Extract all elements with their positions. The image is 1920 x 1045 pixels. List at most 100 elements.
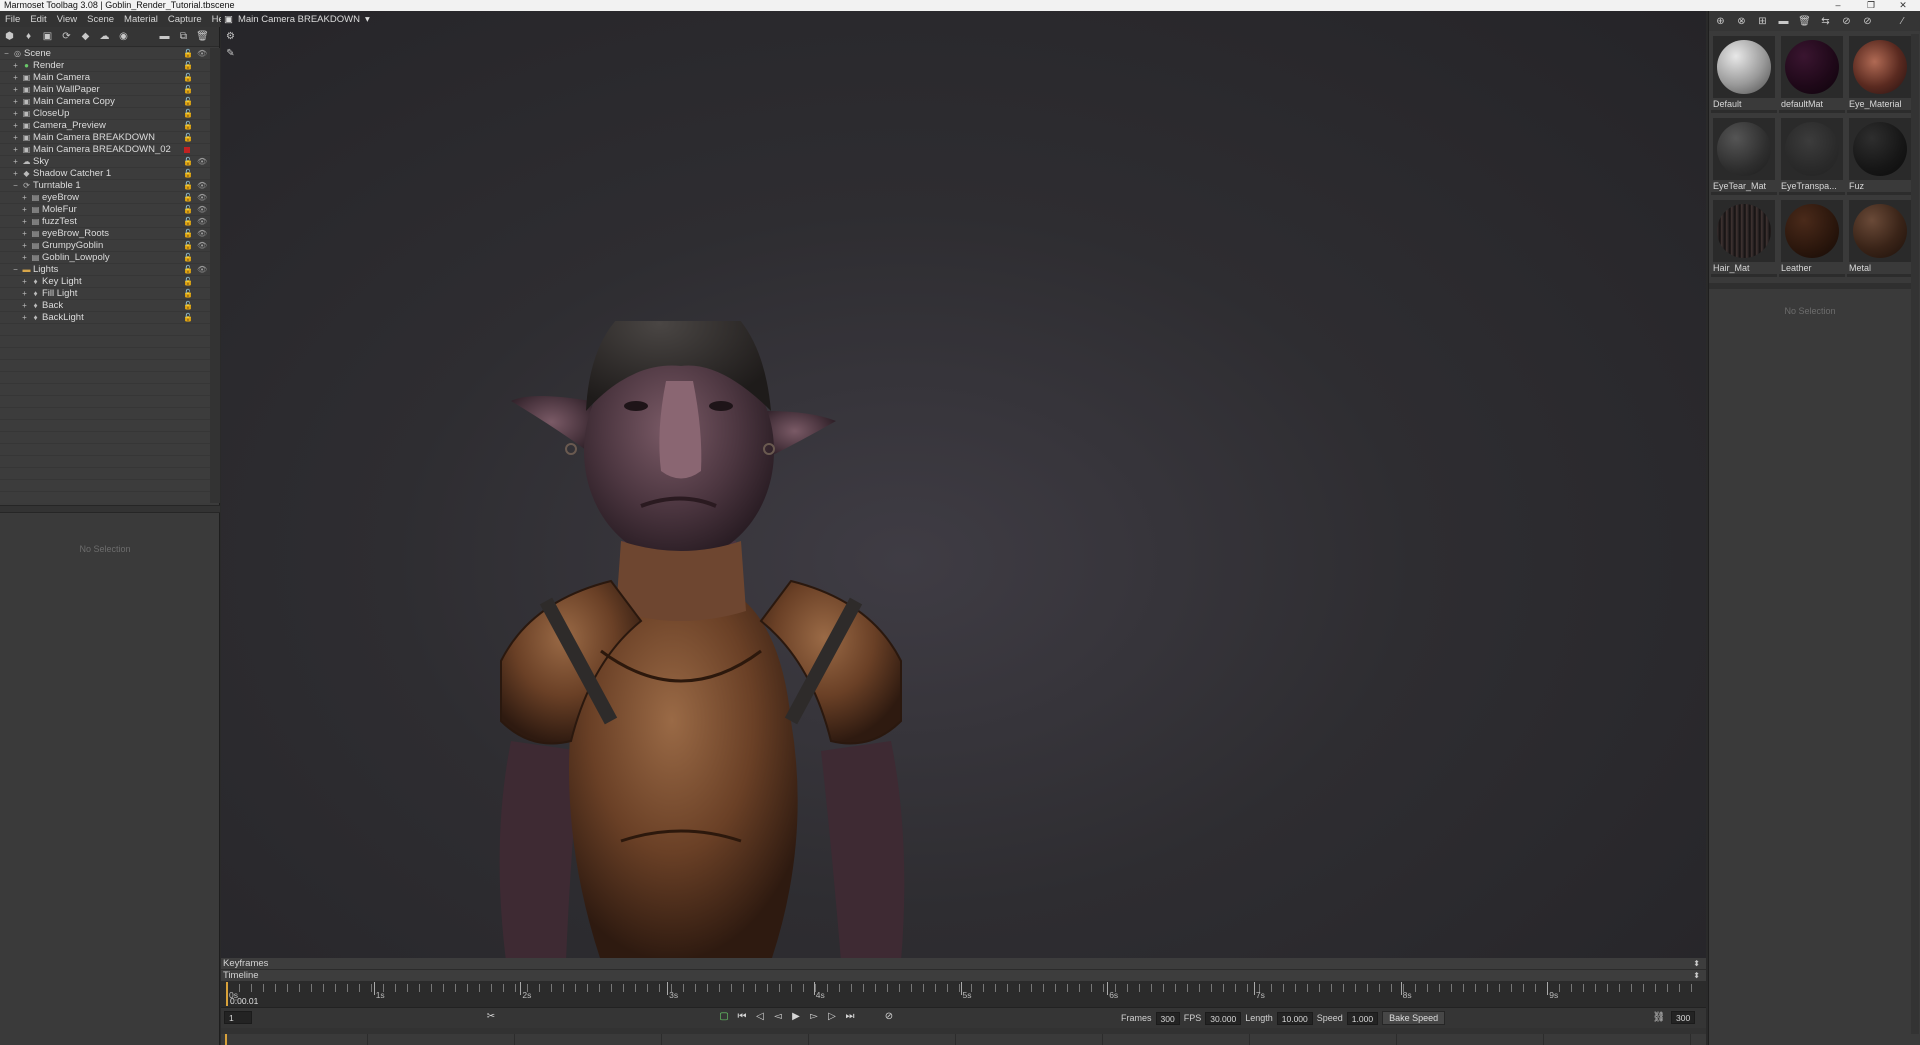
loop-icon[interactable]: ▢	[716, 1011, 732, 1022]
expand-toggle-icon[interactable]: +	[20, 252, 29, 264]
tree-item[interactable]: + ♦ Key Light 🔓	[0, 276, 210, 288]
expand-toggle-icon[interactable]: +	[11, 96, 20, 108]
expand-toggle-icon[interactable]: −	[11, 180, 20, 192]
prev-key-icon[interactable]: ◁	[752, 1011, 768, 1022]
lock-icon[interactable]: 🔓	[183, 156, 193, 168]
expand-toggle-icon[interactable]: +	[11, 108, 20, 120]
record-key-icon[interactable]: ✂	[483, 1011, 499, 1022]
material-swatch[interactable]: EyeTear_Mat	[1711, 116, 1777, 196]
tree-item[interactable]: + ▣ Main Camera BREAKDOWN_02	[0, 144, 210, 156]
material-swatch[interactable]: Metal	[1847, 198, 1913, 278]
prev-frame-icon[interactable]: ◅	[770, 1011, 786, 1022]
timeline-ruler[interactable]: 0s 1s 2s 3s 4s 5s 6s 7s 8s 9s 0:00.01	[221, 982, 1706, 1008]
maximize-button[interactable]: ❐	[1856, 0, 1886, 11]
menu-view[interactable]: View	[52, 14, 82, 25]
tree-item[interactable]: + ▣ CloseUp 🔓	[0, 108, 210, 120]
material-swatch[interactable]: Fuz	[1847, 116, 1913, 196]
keyframes-header[interactable]: Keyframes ⬍	[221, 958, 1706, 970]
expand-icon[interactable]: ⬍	[1693, 970, 1700, 982]
lock-icon[interactable]: 🔓	[183, 180, 193, 192]
viewport[interactable]: ▣ Main Camera BREAKDOWN ▾ ⚙ ✎	[221, 11, 1706, 958]
first-frame-icon[interactable]: ⏮	[734, 1011, 750, 1022]
expand-toggle-icon[interactable]: +	[20, 192, 29, 204]
frames-field[interactable]: 300	[1155, 1011, 1180, 1025]
lock-icon[interactable]: 🔓	[183, 276, 193, 288]
lock-icon[interactable]: 🔓	[183, 96, 193, 108]
add-camera-icon[interactable]: ▣	[40, 30, 55, 44]
lock-icon[interactable]: 🔓	[183, 192, 193, 204]
add-turntable-icon[interactable]: ⟳	[59, 30, 74, 44]
expand-toggle-icon[interactable]: +	[20, 288, 29, 300]
expand-toggle-icon[interactable]: +	[20, 240, 29, 252]
end-frame-field[interactable]: 300	[1671, 1011, 1696, 1024]
scene-tree-scrollbar[interactable]	[210, 48, 220, 503]
lock-icon[interactable]: 🔓	[183, 132, 193, 144]
expand-toggle-icon[interactable]: +	[11, 168, 20, 180]
expand-icon[interactable]: ⬍	[1693, 958, 1700, 970]
material-swatch[interactable]: Hair_Mat	[1711, 198, 1777, 278]
new-folder-icon[interactable]: ▬	[157, 30, 172, 44]
duplicate-icon[interactable]: ⧉	[176, 30, 191, 44]
material-panel-splitter[interactable]	[1709, 283, 1911, 289]
tree-item[interactable]: − ▬ Lights 🔓 👁	[0, 264, 210, 276]
picker-icon[interactable]: ✎	[223, 46, 238, 60]
current-frame-field[interactable]: 1	[224, 1011, 252, 1024]
lock-icon[interactable]: 🔓	[183, 228, 193, 240]
lock-icon[interactable]: 🔓	[183, 252, 193, 264]
expand-toggle-icon[interactable]: +	[20, 216, 29, 228]
tree-item[interactable]: + ☁ Sky 🔓 👁	[0, 156, 210, 168]
timeline-header[interactable]: Timeline ⬍	[221, 970, 1706, 982]
tree-item[interactable]: + ▤ eyeBrow_Roots 🔓 👁	[0, 228, 210, 240]
lock-icon[interactable]: 🔓	[183, 60, 193, 72]
lock-icon[interactable]: 🔓	[183, 168, 193, 180]
visibility-eye-icon[interactable]: 👁	[197, 180, 207, 192]
add-material-icon[interactable]: ⊕	[1713, 14, 1728, 28]
tree-item[interactable]: + ▤ GrumpyGoblin 🔓 👁	[0, 240, 210, 252]
add-sky-icon[interactable]: ◉	[116, 30, 131, 44]
tree-item[interactable]: − ◎ Scene 🔓 👁	[0, 48, 210, 60]
expand-toggle-icon[interactable]: −	[11, 264, 20, 276]
expand-toggle-icon[interactable]: +	[20, 312, 29, 324]
tree-item[interactable]: + ♦ Back 🔓	[0, 300, 210, 312]
expand-toggle-icon[interactable]: −	[2, 48, 11, 60]
menu-file[interactable]: File	[0, 14, 25, 25]
visibility-eye-icon[interactable]: 👁	[197, 192, 207, 204]
tree-item[interactable]: + ● Render 🔓	[0, 60, 210, 72]
menu-material[interactable]: Material	[119, 14, 163, 25]
material-folder-icon[interactable]: ▬	[1776, 14, 1791, 28]
tree-item[interactable]: + ▤ fuzzTest 🔓 👁	[0, 216, 210, 228]
lock-icon[interactable]: 🔓	[183, 288, 193, 300]
lock-icon[interactable]: 🔓	[183, 216, 193, 228]
settings-gear-icon[interactable]: ⚙	[223, 29, 238, 43]
visibility-eye-icon[interactable]: 👁	[197, 240, 207, 252]
tree-item[interactable]: + ♦ Fill Light 🔓	[0, 288, 210, 300]
expand-toggle-icon[interactable]: +	[20, 300, 29, 312]
timeline-settings-icon[interactable]: ⊘	[881, 1011, 897, 1022]
lock-icon[interactable]: 🔓	[183, 48, 193, 60]
visibility-eye-icon[interactable]: 👁	[197, 48, 207, 60]
material-swatch[interactable]: EyeTranspa...	[1779, 116, 1845, 196]
close-button[interactable]: ✕	[1888, 0, 1918, 11]
lock-icon[interactable]: 🔓	[183, 120, 193, 132]
link-icon[interactable]: ⛓	[1651, 1012, 1667, 1023]
bake-speed-button[interactable]: Bake Speed	[1382, 1011, 1446, 1025]
material-view-toggle-icon[interactable]: ⁄	[1895, 14, 1910, 28]
material-clear-icon[interactable]: ⊘	[1860, 14, 1875, 28]
tree-item[interactable]: + ▣ Main Camera BREAKDOWN 🔓	[0, 132, 210, 144]
expand-toggle-icon[interactable]: +	[20, 276, 29, 288]
material-swatch[interactable]: Eye_Material	[1847, 34, 1913, 114]
tree-item[interactable]: + ◆ Shadow Catcher 1 🔓	[0, 168, 210, 180]
tree-item[interactable]: + ▣ Main WallPaper 🔓	[0, 84, 210, 96]
next-frame-icon[interactable]: ▻	[806, 1011, 822, 1022]
camera-selector[interactable]: ▣ Main Camera BREAKDOWN ▾	[221, 11, 370, 27]
material-scrollbar[interactable]	[1911, 34, 1919, 1034]
add-shadow-catcher-icon[interactable]: ◆	[78, 30, 93, 44]
hidden-indicator-icon[interactable]	[184, 147, 190, 153]
expand-toggle-icon[interactable]: +	[11, 84, 20, 96]
menu-capture[interactable]: Capture	[163, 14, 207, 25]
expand-toggle-icon[interactable]: +	[20, 204, 29, 216]
add-light-icon[interactable]: ♦	[21, 30, 36, 44]
expand-toggle-icon[interactable]: +	[11, 60, 20, 72]
visibility-eye-icon[interactable]: 👁	[197, 264, 207, 276]
playhead[interactable]	[226, 982, 228, 1006]
